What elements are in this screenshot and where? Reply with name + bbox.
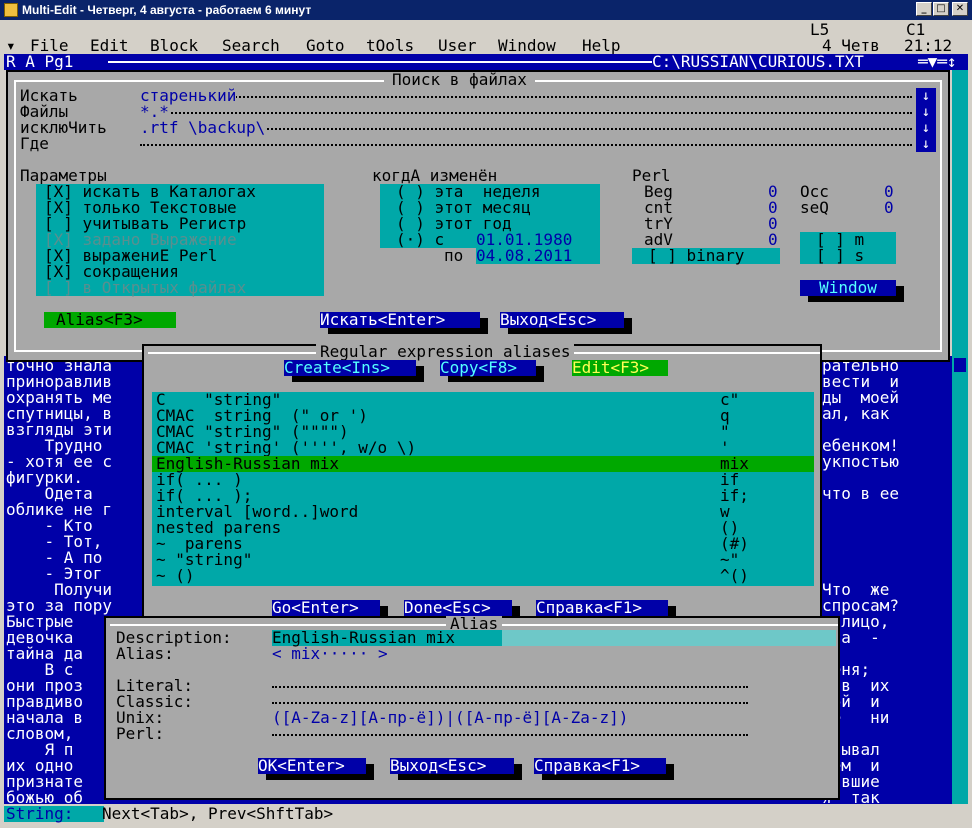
unix-input[interactable]: ([A-Za-z][А-пр-ё])|([А-пр-ё][A-Za-z]): [272, 710, 628, 726]
find-dialog-title: Поиск в файлах: [384, 72, 535, 88]
find-in-files-dialog: Поиск в файлах Искать Файлы исклюЧить Гд…: [6, 70, 950, 362]
edit-button[interactable]: Edit<F3>: [572, 360, 668, 376]
scrollbar-thumb[interactable]: [954, 358, 966, 372]
header-rule: [108, 61, 652, 63]
go-button[interactable]: Go<Enter>: [272, 600, 380, 616]
alias-button[interactable]: Alias<F3>: [44, 312, 176, 328]
menu-edit[interactable]: Edit: [90, 38, 129, 54]
menu-block[interactable]: Block: [150, 38, 198, 54]
table-row[interactable]: nested parens(): [152, 520, 814, 536]
editor-line: что в ее: [822, 484, 900, 503]
alias-input[interactable]: < mix····· >: [272, 646, 388, 662]
copy-button[interactable]: Copy<F8>: [440, 360, 536, 376]
table-row[interactable]: ~ () ^(): [152, 568, 814, 584]
table-row[interactable]: ~ "string" ~": [152, 552, 814, 568]
perl-label: Perl:: [116, 724, 165, 743]
menu-help[interactable]: Help: [582, 38, 621, 54]
param-checkbox: [ ] в Открытых файлах: [44, 278, 247, 297]
perl-field-value[interactable]: 0: [768, 232, 778, 248]
alias-label: Alias:: [116, 644, 174, 663]
classic-input[interactable]: [272, 702, 748, 704]
title-bar: Multi-Edit - Четверг, 4 августа - работа…: [0, 0, 972, 20]
menu-goto[interactable]: Goto: [306, 38, 345, 54]
editor-line: укпостью: [822, 452, 900, 471]
editor-header-left: R A Pg1: [6, 52, 74, 71]
menu-search[interactable]: Search: [222, 38, 280, 54]
perl-field-value[interactable]: 0: [884, 200, 894, 216]
ok-button[interactable]: OK<Enter>: [258, 758, 366, 774]
changed-since[interactable]: (·) с: [396, 232, 444, 248]
regex-help-button[interactable]: Справка<F1>: [536, 600, 668, 616]
app-icon: [4, 3, 18, 17]
alias-help-button[interactable]: Справка<F1>: [534, 758, 666, 774]
alias-dialog: Alias Description: English-Russian mix A…: [104, 616, 840, 800]
alias-key: ^(): [720, 566, 749, 585]
perl-field-label: seQ: [800, 198, 829, 217]
search-button[interactable]: Искать<Enter>: [320, 312, 480, 328]
create-button[interactable]: Create<Ins>: [284, 360, 416, 376]
status-hint: Next<Tab>, Prev<ShftTab>: [102, 804, 334, 823]
menu-user[interactable]: User: [438, 38, 477, 54]
file-path[interactable]: C:\RUSSIAN\CURIOUS.TXT: [652, 54, 864, 70]
history-arrows[interactable]: ↓ ↓ ↓ ↓: [916, 88, 936, 152]
date-to-input[interactable]: 04.08.2011: [476, 248, 600, 264]
table-row-selected[interactable]: English-Russian mix mix: [152, 456, 814, 472]
regex-aliases-dialog: Regular expression aliases Create<Ins> C…: [142, 344, 822, 626]
maximize-button[interactable]: □: [933, 2, 949, 16]
literal-input[interactable]: [272, 686, 748, 688]
date-to-label: по: [444, 246, 464, 265]
window-title: Multi-Edit - Четверг, 4 августа - работа…: [22, 3, 312, 17]
binary-checkbox[interactable]: [ ] binary: [632, 248, 780, 264]
perl-input[interactable]: [272, 734, 748, 736]
exit-button[interactable]: Выход<Esc>: [500, 312, 624, 328]
editor-header: R A Pg1 C:\RUSSIAN\CURIOUS.TXT ═▼═↕: [4, 54, 968, 70]
minimize-button[interactable]: _: [916, 2, 932, 16]
window-button[interactable]: Window: [800, 280, 896, 296]
close-button[interactable]: ✕: [952, 2, 968, 16]
editor-line: ал, как: [822, 404, 890, 423]
console-screen: L5 C1 4 Четв 21:12 ▾ File Edit Block Sea…: [4, 20, 968, 824]
s-checkbox[interactable]: [ ] s: [800, 248, 896, 264]
editor-scrollbar[interactable]: [952, 70, 968, 804]
menu-tools[interactable]: tOols: [366, 38, 414, 54]
exclude-input[interactable]: .rtf \backup\: [140, 120, 266, 136]
label-where: Где: [20, 134, 49, 153]
alias-name: ~ (): [156, 566, 195, 585]
menu-window[interactable]: Window: [498, 38, 556, 54]
alias-button-label: Alias<F3>: [56, 310, 143, 329]
header-controls[interactable]: ═▼═↕: [918, 54, 957, 70]
alias-exit-button[interactable]: Выход<Esc>: [390, 758, 514, 774]
status-label: String:: [4, 806, 104, 822]
